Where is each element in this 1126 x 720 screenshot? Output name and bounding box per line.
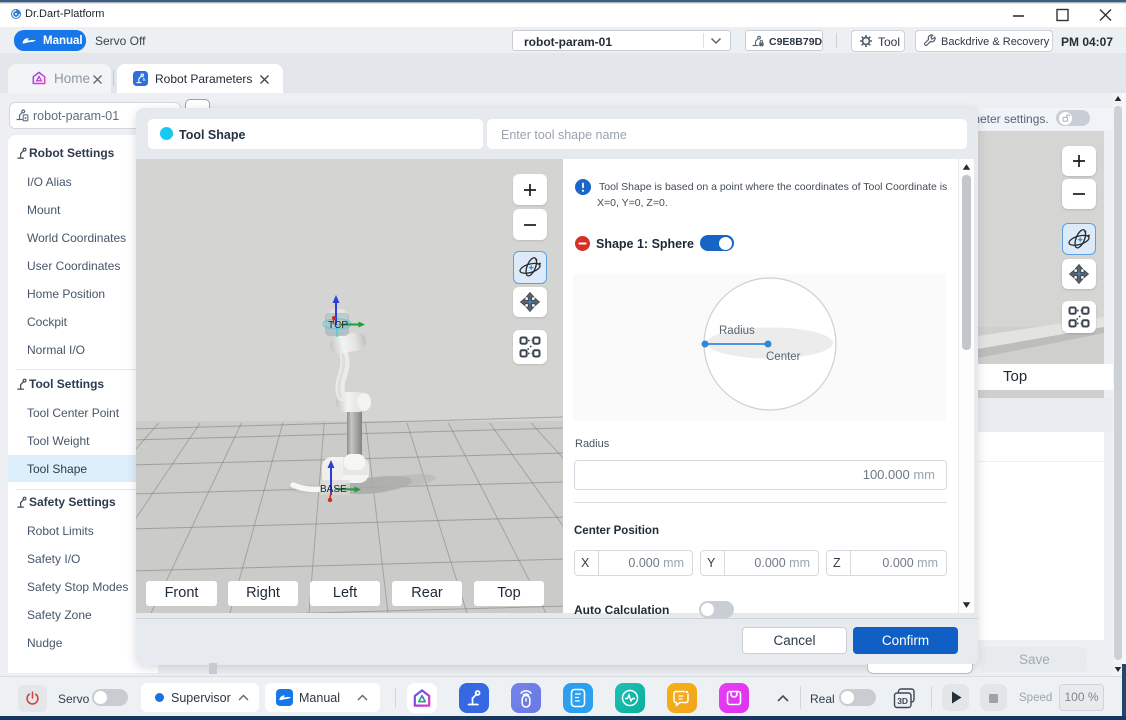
svg-text:BASE: BASE <box>320 484 347 495</box>
svg-text:3D: 3D <box>897 696 908 706</box>
svg-text:TCP: TCP <box>328 320 348 331</box>
svg-text:Radius: Radius <box>719 325 755 337</box>
svg-text:Center: Center <box>766 351 801 363</box>
